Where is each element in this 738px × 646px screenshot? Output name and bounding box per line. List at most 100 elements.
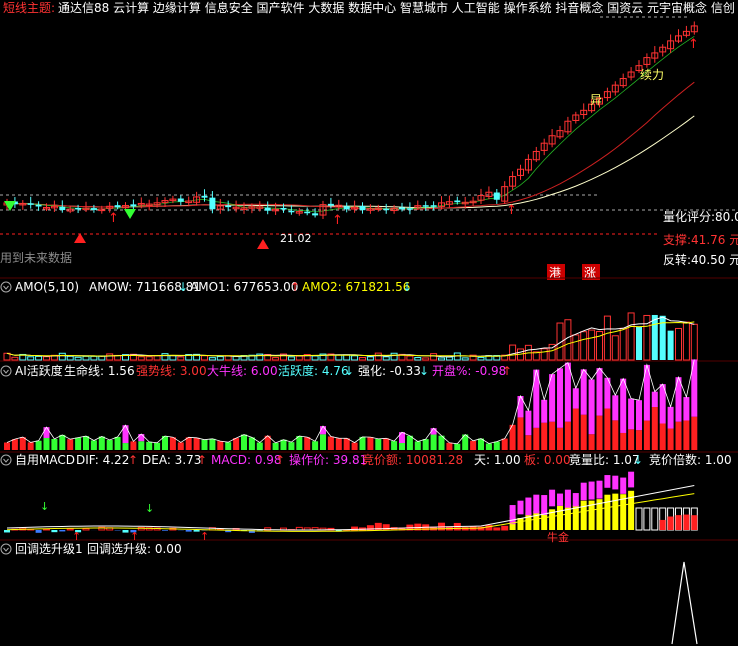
activity-bar: [588, 434, 595, 450]
life-line-value: 生命线: 1.56: [64, 363, 135, 378]
candlestick-panel[interactable]: ↑ ↑ ↑ ↑: [0, 16, 738, 249]
circle-dropdown-icon[interactable]: [0, 281, 12, 293]
activity-bar: [549, 421, 556, 450]
buy-triangle-marker: [257, 239, 269, 249]
activity-bar: [4, 442, 10, 450]
bull-line-value: 大牛线: 6.00: [207, 363, 278, 378]
amo-panel-header: AMO(5,10) AMOW: 711668.81 ↓ AMO1: 677653…: [0, 280, 412, 294]
amo2-value: AMO2: 671821.56: [302, 280, 410, 294]
ma-long-line: [6, 115, 695, 209]
circle-dropdown-icon[interactable]: [0, 365, 12, 377]
candle-body: [90, 208, 97, 210]
macd-bar-top: [612, 475, 619, 490]
volume-bar: [675, 327, 682, 361]
volume-bar: [366, 356, 374, 361]
activity-bar-strong: [636, 400, 642, 431]
circle-dropdown-icon[interactable]: [0, 454, 12, 466]
activity-bar: [620, 432, 627, 450]
huitiao-panel[interactable]: [671, 561, 698, 645]
volume-bar: [272, 357, 280, 361]
amo-indicator-name: AMO(5,10): [15, 280, 79, 294]
amo-panel[interactable]: [3, 312, 698, 361]
activity-bar: [525, 435, 532, 450]
ai-indicator-name: AI活跃度: [15, 363, 63, 378]
macd-bar: [691, 515, 698, 530]
activity-bar: [643, 420, 650, 450]
macd-bar-top: [541, 495, 548, 515]
activity-bar: [217, 441, 224, 450]
activity-bar: [209, 438, 216, 450]
candle-body: [114, 205, 121, 208]
amo-ma5-line: [6, 316, 695, 358]
volume-bar: [359, 357, 366, 361]
activity-bar-strong: [620, 378, 627, 433]
activity-bar: [241, 434, 247, 450]
activity-bar: [335, 438, 342, 450]
open-pct-value: 开盘%: -0.98: [432, 363, 506, 378]
activity-bar: [312, 441, 319, 450]
candle-body: [130, 204, 137, 207]
activity-bar-strong: [541, 399, 548, 423]
future-data-label: 用到未来数据: [0, 250, 72, 265]
activity-bar: [533, 427, 540, 450]
volume-bar: [414, 357, 422, 361]
macd-bar: [533, 510, 540, 530]
activity-bar-strong: [43, 427, 50, 438]
activity-bar-strong: [588, 379, 595, 435]
activity-bar: [572, 408, 579, 450]
volume-bar: [572, 334, 580, 361]
up-arrow-icon: ↑: [502, 364, 512, 378]
activity-bar: [454, 443, 461, 450]
macd-bar-top: [604, 475, 611, 488]
amo1-value: AMO1: 677653.00: [190, 280, 298, 294]
activity-bar: [51, 438, 58, 450]
macd-bar: [82, 528, 90, 531]
volume-bar: [232, 355, 240, 361]
macd-bar: [557, 505, 563, 530]
up-arrow-icon: ↑: [290, 280, 300, 294]
volume-bar: [509, 344, 517, 361]
macd-panel[interactable]: ↓ ↓↑ ↑ ↑: [4, 471, 698, 543]
macd-bar: [517, 518, 524, 530]
activity-bar: [580, 414, 587, 450]
activity-bar: [564, 421, 571, 450]
macd-bar-top: [549, 489, 556, 507]
active-value: 活跃度: 4.76: [278, 363, 349, 378]
tian-value: 天: 1.00: [474, 453, 521, 467]
activity-bar: [130, 441, 137, 450]
volume-bar: [106, 353, 114, 361]
macd-bar-top: [517, 500, 524, 515]
macd-bar-top: [525, 497, 532, 516]
activity-bar: [122, 443, 129, 450]
volume-bar: [682, 321, 690, 361]
macd-bar: [612, 493, 619, 530]
activity-bar: [383, 438, 390, 450]
volume-bar: [27, 356, 35, 361]
volume-bar: [287, 356, 295, 361]
volume-bar: [58, 352, 66, 361]
circle-dropdown-icon[interactable]: [0, 543, 12, 555]
activity-bar-strong: [572, 388, 579, 409]
candle-body: [201, 195, 208, 198]
activity-bar: [320, 434, 326, 450]
activity-bar: [399, 443, 405, 450]
macd-bar: [193, 530, 200, 532]
activity-bar-strong: [628, 398, 635, 430]
activity-bar: [169, 437, 176, 450]
activity-bar: [691, 416, 698, 450]
candle-body: [225, 205, 232, 208]
volume-bar: [216, 356, 224, 361]
volume-bar: [461, 357, 469, 361]
macd-bar: [51, 530, 58, 533]
candle-body: [209, 197, 216, 210]
macd-bar: [35, 530, 42, 533]
activity-bar: [106, 440, 113, 450]
macd-bar: [651, 507, 659, 531]
candle-body: [327, 203, 334, 206]
amo-ma10-line: [6, 321, 695, 357]
stock-chart-canvas[interactable]: 短线主题: 通达信88 云计算 边缘计算 信息安全 国产软件 大数据 数据中心 …: [0, 0, 738, 646]
volume-bar: [438, 357, 445, 361]
activity-bar: [138, 441, 145, 450]
activity-bar: [612, 420, 619, 450]
activity-bar: [541, 422, 548, 450]
